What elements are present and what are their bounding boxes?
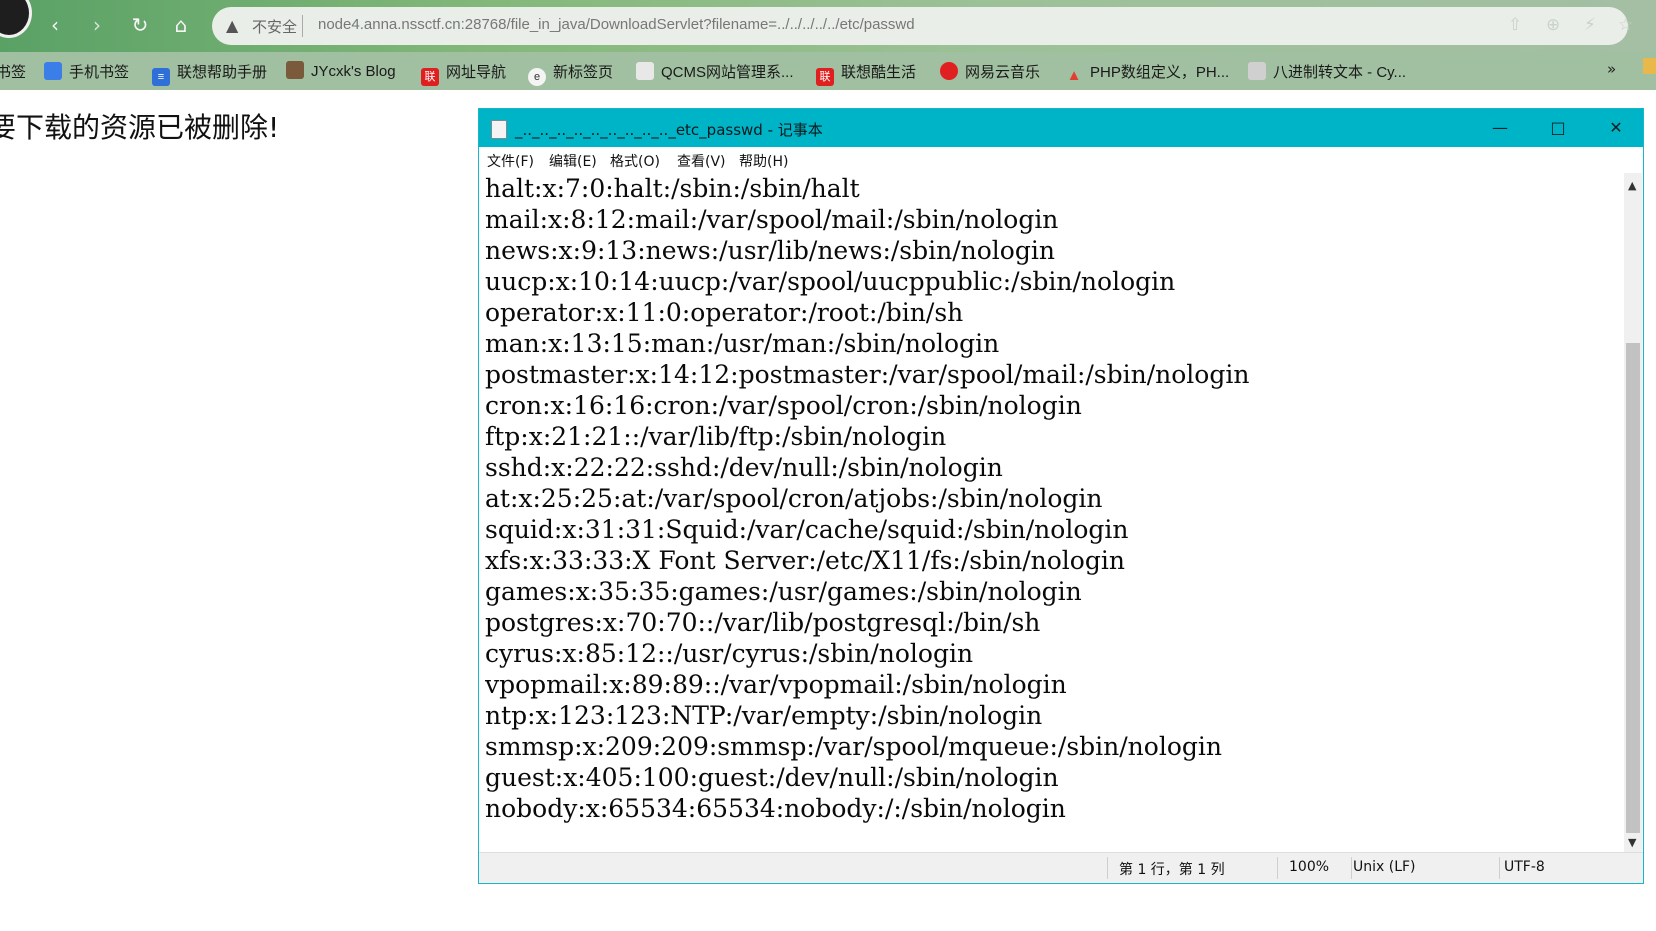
address-divider	[302, 15, 303, 37]
line-ending: Unix (LF)	[1353, 859, 1416, 875]
netease-music-icon	[940, 62, 958, 80]
browser-toolbar: ‹ › ↻ ⌂ ▲ 不安全 node4.anna.nssctf.cn:28768…	[0, 0, 1656, 52]
bookmark-item[interactable]: ≡ 联想帮助手册	[152, 61, 267, 86]
text-line: sshd:x:22:22:sshd:/dev/null:/sbin/nologi…	[485, 453, 1003, 482]
scroll-down-icon[interactable]: ▼	[1628, 836, 1636, 849]
scroll-thumb[interactable]	[1626, 343, 1640, 833]
text-line: guest:x:405:100:guest:/dev/null:/sbin/no…	[485, 763, 1059, 792]
text-line: operator:x:11:0:operator:/root:/bin/sh	[485, 298, 964, 327]
text-line: cron:x:16:16:cron:/var/spool/cron:/sbin/…	[485, 391, 1082, 420]
text-line: man:x:13:15:man:/usr/man:/sbin/nologin	[485, 329, 1000, 358]
zoom-level: 100%	[1289, 859, 1330, 875]
back-button[interactable]: ‹	[42, 12, 68, 38]
insecure-label[interactable]: 不安全	[252, 16, 297, 37]
forward-button[interactable]: ›	[84, 12, 110, 38]
chef-icon	[1248, 62, 1266, 80]
cursor-position: 第 1 行，第 1 列	[1119, 862, 1225, 878]
window-title: _.._.._.._.._.._.._.._.._.._etc_passwd -…	[515, 121, 823, 139]
text-line: nobody:x:65534:65534:nobody:/:/sbin/nolo…	[485, 794, 1066, 823]
text-line: news:x:9:13:news:/usr/lib/news:/sbin/nol…	[485, 236, 1055, 265]
home-button[interactable]: ⌂	[168, 12, 194, 38]
star-icon[interactable]: ☆	[1618, 15, 1633, 35]
lenovo-icon: 联	[816, 68, 834, 86]
more-bookmarks-button[interactable]: »	[1607, 60, 1616, 78]
page-icon	[636, 62, 654, 80]
warning-icon[interactable]: ▲	[226, 16, 238, 35]
menu-format[interactable]: 格式(O)	[610, 151, 660, 171]
status-bar: 第 1 行，第 1 列 100% Unix (LF) UTF-8	[479, 852, 1643, 883]
status-divider	[1277, 857, 1278, 879]
text-line: at:x:25:25:at:/var/spool/cron/atjobs:/sb…	[485, 484, 1103, 513]
bookmark-item[interactable]: 联联想酷生活	[816, 61, 916, 86]
menu-bar: 文件(F) 编辑(E) 格式(O) 查看(V) 帮助(H)	[479, 147, 1643, 173]
folder-icon[interactable]	[1643, 58, 1656, 74]
text-line: smmsp:x:209:209:smmsp:/var/spool/mqueue:…	[485, 732, 1222, 761]
bookmark-item[interactable]: 八进制转文本 - Cy...	[1248, 61, 1406, 83]
text-line: cyrus:x:85:12::/usr/cyrus:/sbin/nologin	[485, 639, 974, 668]
blog-icon	[286, 61, 304, 79]
page-message: 要下载的资源已被删除!	[0, 111, 280, 144]
bookmark-item[interactable]: 手机书签	[44, 61, 129, 83]
bookmark-item[interactable]: 联网址导航	[421, 61, 506, 86]
text-line: postgres:x:70:70::/var/lib/postgresql:/b…	[485, 608, 1041, 637]
flame-icon: ▲	[1066, 67, 1082, 84]
profile-avatar[interactable]	[0, 0, 32, 38]
encoding: UTF-8	[1504, 859, 1545, 875]
share-icon[interactable]: ⇧	[1508, 15, 1522, 35]
status-divider	[1499, 857, 1500, 879]
reload-button[interactable]: ↻	[127, 12, 153, 38]
lenovo-icon: 联	[421, 68, 439, 86]
notepad-window: _.._.._.._.._.._.._.._.._.._etc_passwd -…	[478, 108, 1644, 884]
text-line: halt:x:7:0:halt:/sbin:/sbin/halt	[485, 174, 860, 203]
url-text[interactable]: node4.anna.nssctf.cn:28768/file_in_java/…	[318, 16, 915, 33]
zoom-icon[interactable]: ⊕	[1546, 15, 1560, 35]
notepad-icon	[491, 120, 507, 139]
bookmark-item[interactable]: QCMS网站管理系...	[636, 61, 794, 83]
bookmarks-bar: 书签 手机书签 ≡ 联想帮助手册 JYcxk's Blog 联网址导航 e 新标签页…	[0, 52, 1656, 90]
maximize-button[interactable]: □	[1529, 109, 1587, 147]
lightning-icon[interactable]: ⚡	[1584, 15, 1596, 35]
status-divider	[1107, 857, 1108, 879]
minimize-button[interactable]: —	[1471, 109, 1529, 147]
text-line: games:x:35:35:games:/usr/games:/sbin/nol…	[485, 577, 1082, 606]
text-line: xfs:x:33:33:X Font Server:/etc/X11/fs:/s…	[485, 546, 1125, 575]
menu-view[interactable]: 查看(V)	[677, 151, 726, 171]
scroll-up-icon[interactable]: ▲	[1628, 179, 1636, 192]
bookmark-item[interactable]: JYcxk's Blog	[286, 61, 396, 83]
bookmark-item[interactable]: ▲ PHP数组定义，PH...	[1065, 61, 1230, 84]
menu-help[interactable]: 帮助(H)	[739, 151, 788, 171]
bookmark-item[interactable]: 书签	[0, 61, 26, 83]
edge-icon: e	[528, 68, 546, 86]
status-divider	[1351, 857, 1352, 879]
text-line: postmaster:x:14:12:postmaster:/var/spool…	[485, 360, 1250, 389]
text-line: mail:x:8:12:mail:/var/spool/mail:/sbin/n…	[485, 205, 1059, 234]
address-bar[interactable]: ▲ 不安全 node4.anna.nssctf.cn:28768/file_in…	[212, 7, 1633, 45]
notepad-title-bar[interactable]: _.._.._.._.._.._.._.._.._.._etc_passwd -…	[479, 109, 1643, 147]
text-line: squid:x:31:31:Squid:/var/cache/squid:/sb…	[485, 515, 1129, 544]
menu-edit[interactable]: 编辑(E)	[549, 151, 597, 171]
text-line: ftp:x:21:21::/var/lib/ftp:/sbin/nologin	[485, 422, 947, 451]
menu-file[interactable]: 文件(F)	[487, 151, 534, 171]
vertical-scrollbar[interactable]: ▲ ▼	[1624, 173, 1642, 853]
text-line: vpopmail:x:89:89::/var/vpopmail:/sbin/no…	[485, 670, 1067, 699]
text-line: uucp:x:10:14:uucp:/var/spool/uucppublic:…	[485, 267, 1176, 296]
mobile-bookmark-icon	[44, 62, 62, 80]
bookmark-item[interactable]: e 新标签页	[528, 61, 613, 86]
text-editor[interactable]: halt:x:7:0:halt:/sbin:/sbin/halt mail:x:…	[485, 173, 1621, 853]
doc-icon: ≡	[152, 68, 170, 86]
close-button[interactable]: ✕	[1587, 109, 1645, 147]
bookmark-item[interactable]: 网易云音乐	[940, 61, 1040, 83]
text-line: ntp:x:123:123:NTP:/var/empty:/sbin/nolog…	[485, 701, 1043, 730]
